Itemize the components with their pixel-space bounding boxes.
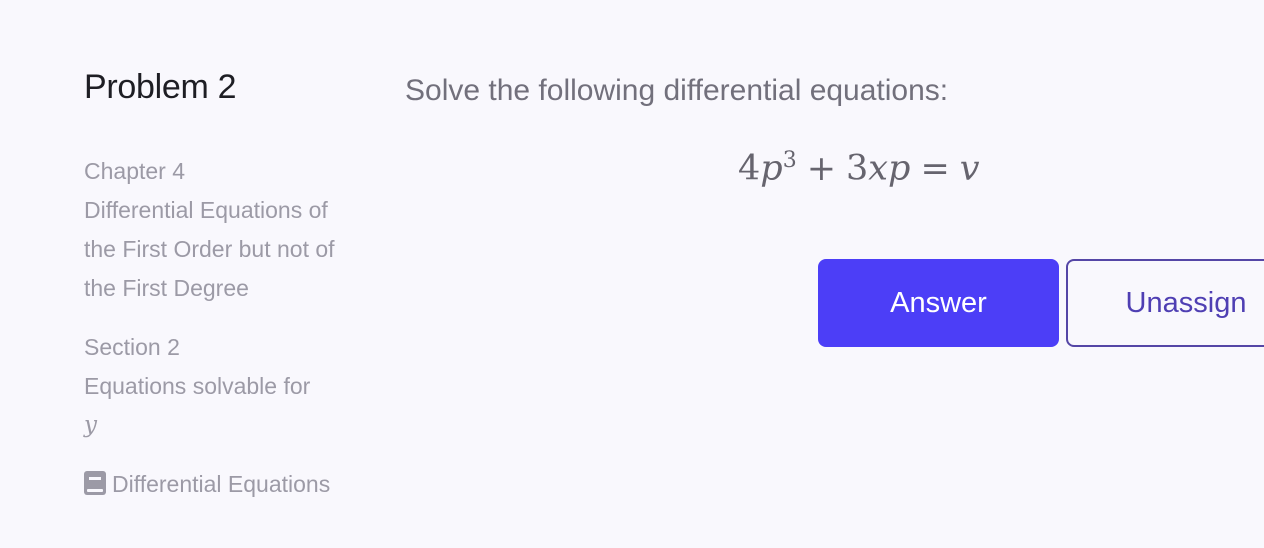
chapter-label: Chapter 4 bbox=[84, 158, 186, 184]
book-title[interactable]: Differential Equations bbox=[112, 471, 330, 497]
eq-var2: xp bbox=[868, 148, 911, 189]
section-label: Section 2 bbox=[84, 334, 180, 360]
chapter-title: Differential Equations of the First Orde… bbox=[84, 197, 335, 301]
page-title: Problem 2 bbox=[84, 68, 237, 106]
book-link[interactable]: Differential Equations bbox=[84, 465, 354, 504]
eq-equals: = bbox=[920, 148, 950, 189]
answer-button[interactable]: Answer bbox=[818, 259, 1059, 347]
sidebar: Chapter 4 Differential Equations of the … bbox=[84, 152, 354, 524]
eq-exponent: 3 bbox=[782, 148, 797, 173]
section-variable: y bbox=[84, 412, 97, 438]
eq-plus: + bbox=[806, 148, 837, 189]
book-icon bbox=[84, 471, 106, 495]
unassign-button[interactable]: Unassign bbox=[1066, 259, 1264, 347]
chapter-info: Chapter 4 Differential Equations of the … bbox=[84, 152, 354, 308]
problem-prompt: Solve the following differential equatio… bbox=[405, 74, 949, 107]
eq-var1: p bbox=[760, 148, 783, 189]
eq-coef1: 4 bbox=[738, 148, 761, 189]
section-title: Equations solvable for bbox=[84, 373, 311, 399]
eq-coef2: 3 bbox=[846, 148, 869, 189]
equation: 4p3 +3xp = v bbox=[738, 148, 980, 189]
eq-rhs: v bbox=[959, 148, 980, 189]
section-info: Section 2 Equations solvable for y bbox=[84, 328, 354, 445]
